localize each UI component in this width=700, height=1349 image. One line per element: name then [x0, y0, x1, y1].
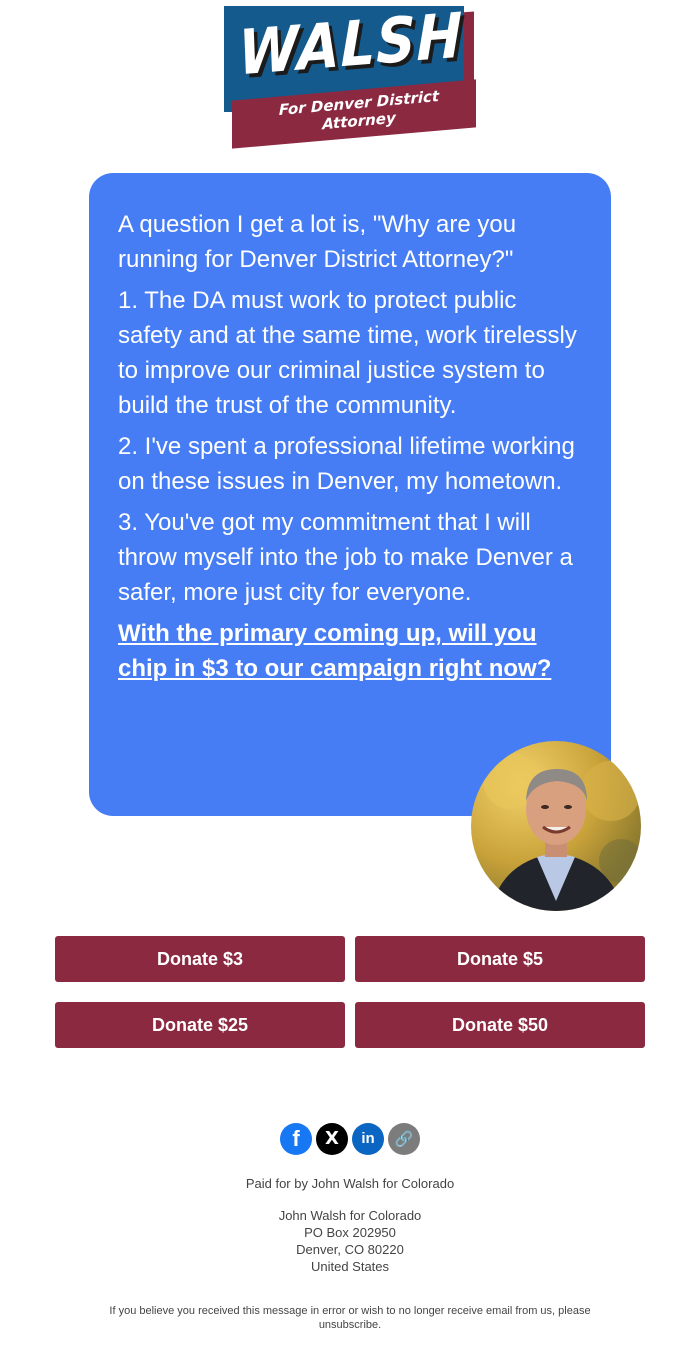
donate-3-button[interactable]: Donate $3 — [55, 936, 345, 982]
mailing-address: John Walsh for Colorado PO Box 202950 De… — [0, 1207, 700, 1275]
unsubscribe-text: If you believe you received this message… — [109, 1305, 591, 1317]
donate-5-button[interactable]: Donate $5 — [355, 936, 645, 982]
message-bubble: A question I get a lot is, "Why are you … — [89, 173, 611, 816]
paid-for-text: Paid for by John Walsh for Colorado — [245, 1176, 455, 1191]
address-line-1: John Walsh for Colorado — [278, 1208, 422, 1223]
facebook-icon[interactable]: f — [280, 1123, 312, 1155]
address-line-3: Denver, CO 80220 — [296, 1242, 404, 1257]
message-point-3: 3. You've got my commitment that I will … — [118, 509, 573, 606]
unsubscribe-notice: If you believe you received this message… — [80, 1304, 620, 1332]
message-point-2: 2. I've spent a professional lifetime wo… — [118, 433, 575, 495]
x-icon[interactable]: X — [316, 1123, 348, 1155]
donate-ask-link[interactable]: With the primary coming up, will you chi… — [118, 616, 583, 686]
address-line-4: United States — [310, 1259, 390, 1274]
logo-name: WALSH — [238, 0, 463, 90]
unsubscribe-link[interactable]: unsubscribe. — [80, 1318, 620, 1332]
linkedin-icon[interactable]: in — [352, 1123, 384, 1155]
message-point-1: 1. The DA must work to protect public sa… — [118, 287, 577, 419]
donate-25-button[interactable]: Donate $25 — [55, 1002, 345, 1048]
message-intro: A question I get a lot is, "Why are you … — [118, 211, 517, 273]
candidate-avatar — [471, 741, 641, 911]
link-icon[interactable]: 🔗 — [388, 1123, 420, 1155]
address-line-2: PO Box 202950 — [304, 1225, 396, 1240]
walsh-logo: WALSH For Denver District Attorney — [224, 0, 476, 149]
candidate-photo — [483, 753, 641, 911]
donate-50-button[interactable]: Donate $50 — [355, 1002, 645, 1048]
